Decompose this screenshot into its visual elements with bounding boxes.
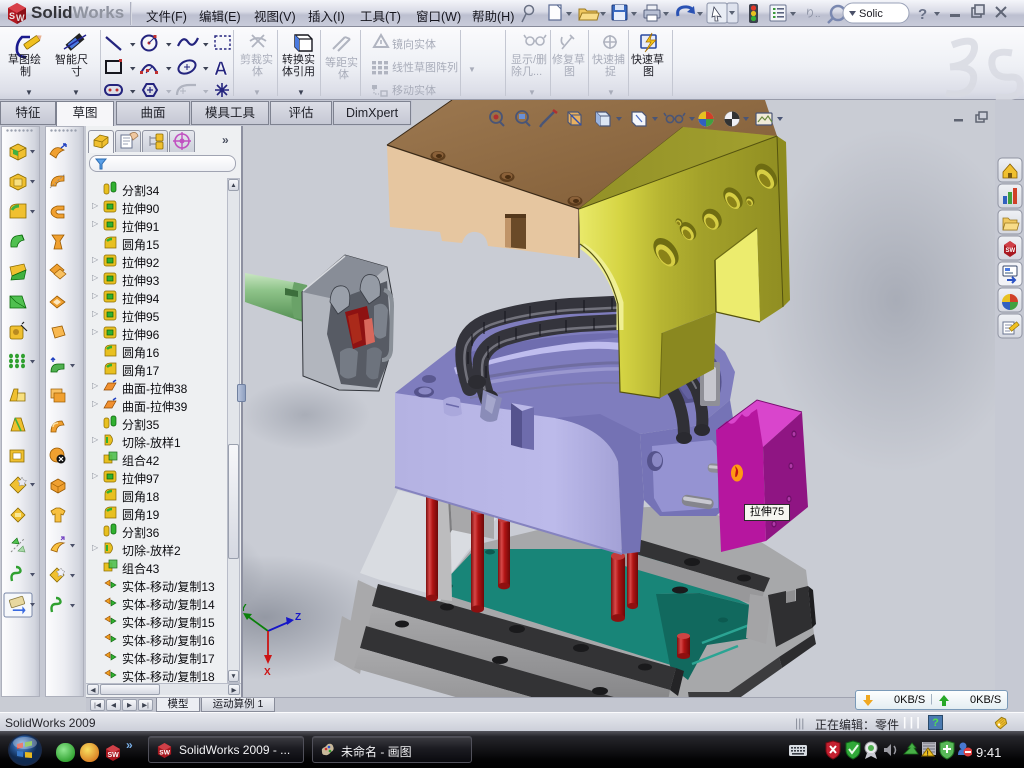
svg-text:SW: SW: [159, 749, 170, 756]
svg-text:A: A: [214, 59, 228, 80]
svg-text:?: ?: [918, 6, 927, 23]
svg-text:!: !: [927, 751, 929, 758]
svg-text:SW: SW: [108, 752, 120, 759]
svg-text:Solic: Solic: [859, 8, 883, 20]
svg-text:SW: SW: [1006, 248, 1016, 254]
svg-text:Z: Z: [295, 612, 301, 623]
svg-text:X: X: [264, 667, 271, 678]
svg-text:り..: り..: [805, 8, 821, 20]
